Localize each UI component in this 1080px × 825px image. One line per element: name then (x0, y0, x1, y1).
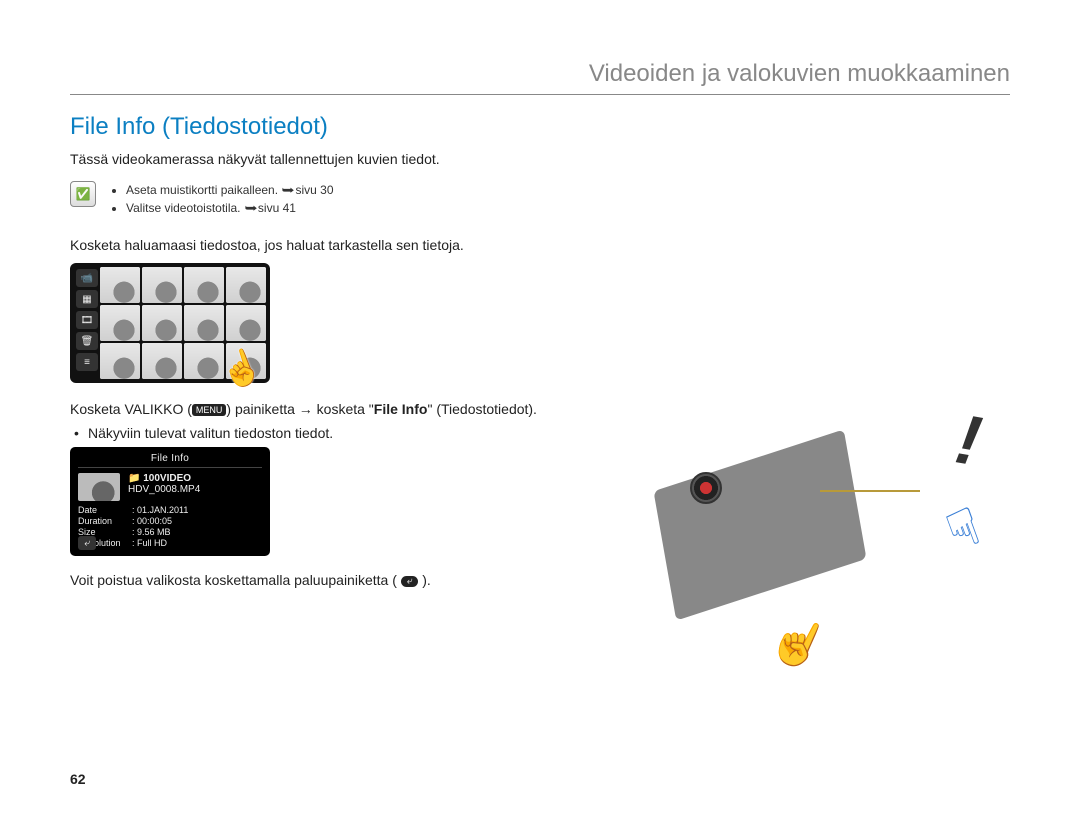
trash-icon: 🗑 (76, 332, 98, 350)
intro-text: Tässä videokamerassa näkyvät tallennettu… (70, 151, 590, 167)
sub-bullet: Näkyviin tulevat valitun tiedoston tiedo… (70, 425, 590, 441)
goto-arrow-icon: ➥ (244, 199, 257, 217)
prereq-item: Valitse videotoistotila. ➥sivu 41 (126, 199, 334, 217)
step-text: Kosketa haluamaasi tiedostoa, jos haluat… (70, 237, 590, 253)
page-number: 62 (70, 771, 86, 787)
prereq-item: Aseta muistikortti paikalleen. ➥sivu 30 (126, 181, 334, 199)
file-folder: 📁 100VIDEO (128, 473, 262, 484)
goto-arrow-icon: ➥ (282, 181, 295, 199)
touch-hand-icon: ☝ (761, 605, 836, 679)
exclamation-icon: ! (950, 399, 987, 482)
file-thumbnail (78, 473, 120, 501)
mode-icon: 📹 (76, 269, 98, 287)
file-info-rows: Date01.JAN.2011 Duration00:00:05 Size9.5… (78, 505, 262, 548)
file-info-title: File Info (78, 453, 262, 468)
back-icon: ⤶ (78, 536, 96, 550)
film-icon: 🎞 (76, 311, 98, 329)
thumbnail-grid-screenshot: 📹 ▦ 🎞 🗑 ≡ ☝ (70, 263, 270, 383)
return-button-chip: ⤶ (401, 576, 419, 587)
manual-page: Videoiden ja valokuvien muokkaaminen Fil… (0, 0, 1080, 825)
file-info-screenshot: File Info 📁 100VIDEO HDV_0008.MP4 Date01… (70, 447, 270, 556)
prerequisite-list: Aseta muistikortti paikalleen. ➥sivu 30 … (108, 181, 334, 217)
thumb-size-icon: ▦ (76, 290, 98, 308)
lens-icon (690, 472, 722, 504)
file-name: HDV_0008.MP4 (128, 484, 262, 495)
check-icon: ✅ (70, 181, 96, 207)
menu-icon: ≡ (76, 353, 98, 371)
menu-button-chip: MENU (192, 404, 227, 416)
chapter-title: Videoiden ja valokuvien muokkaaminen (70, 60, 1010, 95)
prerequisite-box: ✅ Aseta muistikortti paikalleen. ➥sivu 3… (70, 181, 590, 217)
camera-illustration: ! ☟ ☝ (610, 420, 1010, 670)
step-text: Kosketa VALIKKO (MENU) painiketta → kosk… (70, 401, 590, 417)
section-title: File Info (Tiedostotiedot) (70, 113, 590, 141)
exit-text: Voit poistua valikosta koskettamalla pal… (70, 572, 590, 588)
cursor-hand-icon: ☟ (939, 496, 989, 563)
